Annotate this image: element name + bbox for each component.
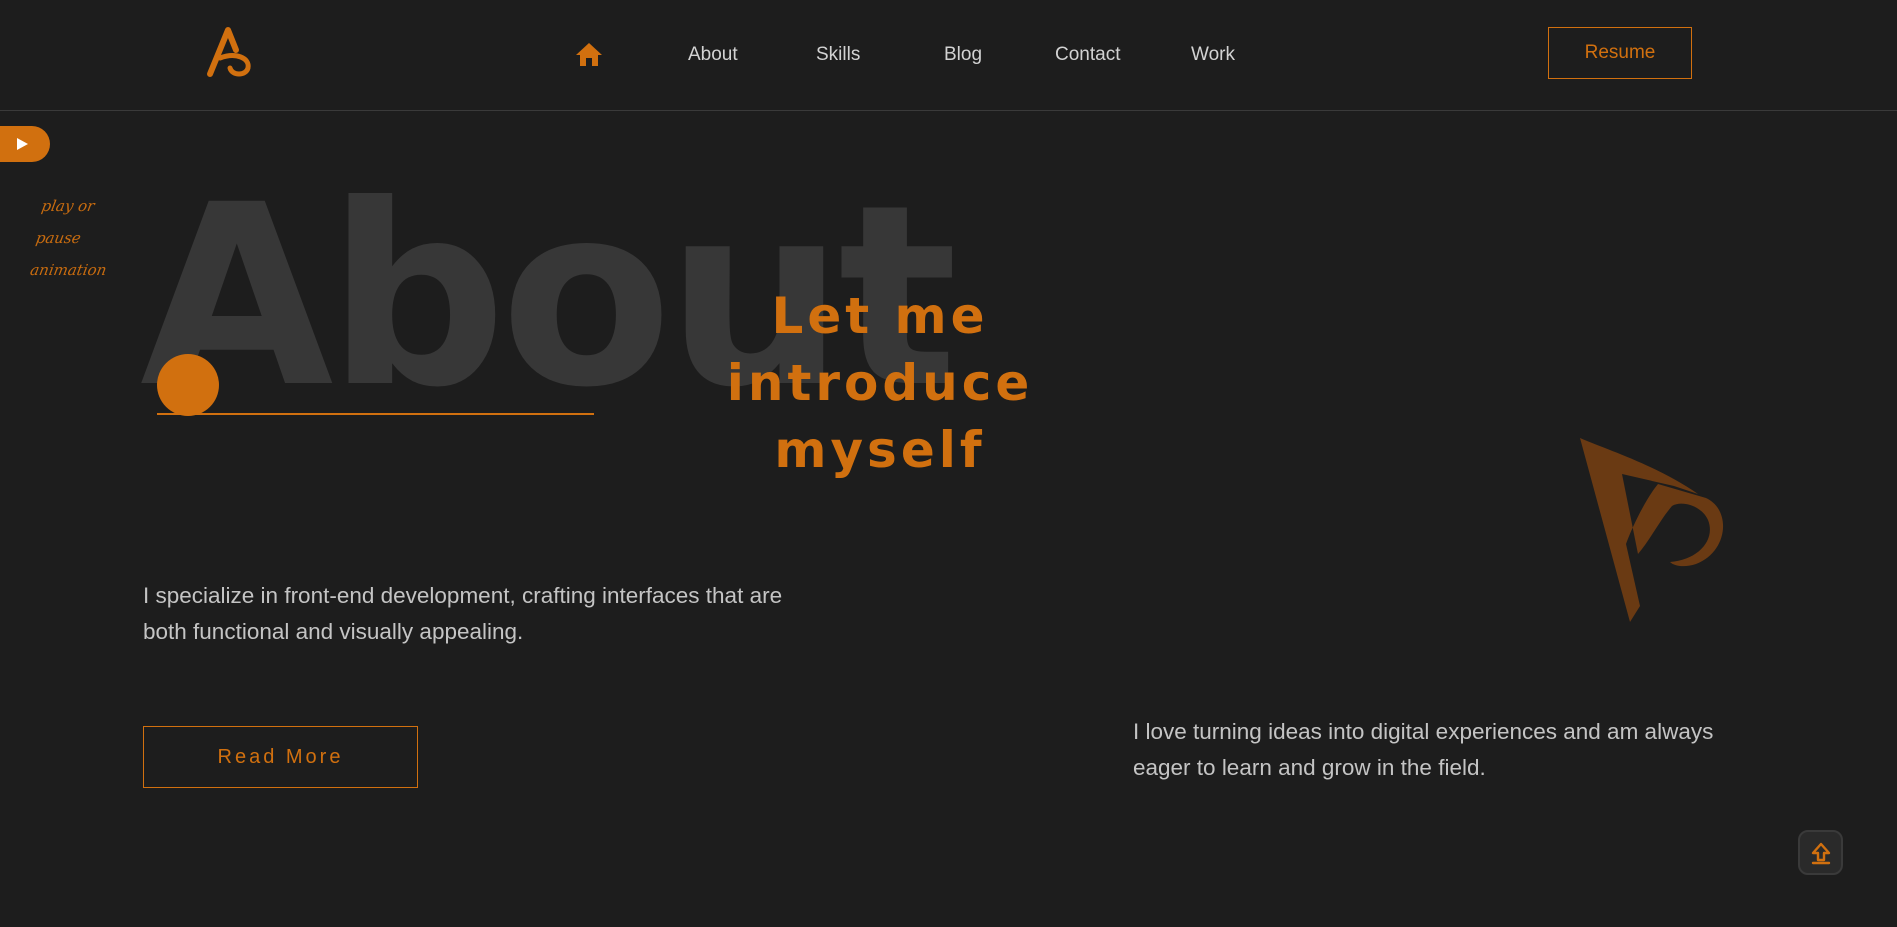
- intro-paragraph-left: I specialize in front-end development, c…: [143, 583, 783, 644]
- accent-dot: [157, 354, 219, 416]
- site-header: About Skills Blog Contact Work Resume: [0, 0, 1897, 111]
- resume-button[interactable]: Resume: [1548, 27, 1692, 79]
- nav-item-work[interactable]: Work: [1191, 44, 1235, 66]
- nav-item-blog[interactable]: Blog: [944, 44, 982, 66]
- page-title: Let me introduce myself: [726, 287, 1034, 479]
- play-icon: [17, 138, 28, 150]
- read-more-button[interactable]: Read More: [143, 726, 418, 788]
- accent-underline: [157, 413, 594, 415]
- intro-paragraph-right: I love turning ideas into digital experi…: [1133, 719, 1714, 780]
- scroll-to-top-button[interactable]: [1798, 830, 1843, 875]
- nav-item-contact[interactable]: Contact: [1055, 44, 1120, 66]
- animation-toggle-caption: play or pause animation: [28, 197, 109, 279]
- page: About Skills Blog Contact Work Resume pl…: [0, 0, 1897, 927]
- home-icon: [576, 43, 602, 66]
- nav-item-skills[interactable]: Skills: [816, 44, 860, 66]
- nav-item-about[interactable]: About: [688, 44, 738, 66]
- animation-toggle-button[interactable]: [0, 126, 50, 162]
- arrow-up-icon: [1811, 842, 1831, 865]
- large-logo-icon: [1580, 438, 1724, 622]
